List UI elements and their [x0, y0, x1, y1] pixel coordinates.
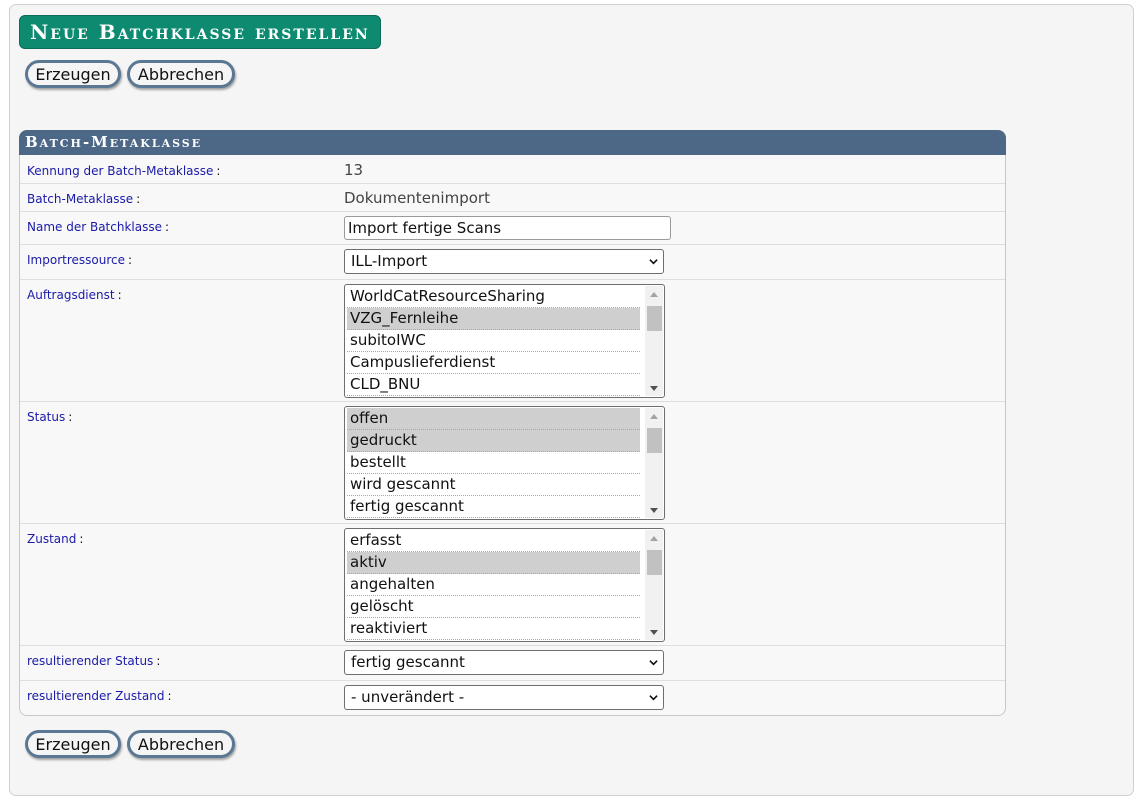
status-option[interactable]: wird gescannt: [347, 474, 640, 496]
service-listbox[interactable]: WorldCatResourceSharing VZG_Fernleihe su…: [344, 284, 665, 398]
label-text: resultierender Zustand: [27, 689, 165, 703]
chevron-down-icon: [649, 695, 658, 701]
label-colon: :: [156, 654, 161, 668]
service-option[interactable]: subitoIWC: [347, 330, 640, 352]
service-option-selected[interactable]: VZG_Fernleihe: [347, 308, 640, 330]
state-option-selected[interactable]: aktiv: [347, 552, 640, 574]
scrollbar-thumb[interactable]: [647, 428, 662, 453]
label-colon: :: [117, 288, 122, 302]
scroll-up-arrow-icon[interactable]: [650, 292, 658, 297]
status-option-selected[interactable]: gedruckt: [347, 430, 640, 452]
scrollbar-thumb[interactable]: [647, 550, 662, 575]
batch-metaclass-panel: Batch-Metaklasse Kennung der Batch-Metak…: [19, 130, 1006, 716]
status-option[interactable]: fertig gescannt: [347, 496, 640, 518]
row-service: Auftragsdienst: WorldCatResourceSharing …: [20, 280, 1005, 402]
label-service: Auftragsdienst:: [27, 288, 122, 302]
label-import-resource: Importressource:: [27, 253, 132, 267]
service-option[interactable]: WorldCatResourceSharing: [347, 286, 640, 308]
label-text: resultierender Status: [27, 654, 154, 668]
state-listbox[interactable]: erfasst aktiv angehalten gelöscht reakti…: [344, 528, 665, 642]
metaclass-value: Dokumentenimport: [344, 189, 490, 207]
result-state-select[interactable]: - unverändert -: [344, 685, 664, 710]
label-text: Auftragsdienst: [27, 288, 115, 302]
chevron-down-icon: [649, 259, 658, 265]
row-result-state: resultierender Zustand: - unverändert -: [20, 681, 1005, 716]
service-option[interactable]: CLD_BNU: [347, 374, 640, 396]
label-colon: :: [167, 689, 172, 703]
result-state-selected: - unverändert -: [351, 688, 465, 706]
service-option[interactable]: Campuslieferdienst: [347, 352, 640, 374]
state-option[interactable]: erfasst: [347, 530, 640, 552]
status-option[interactable]: bestellt: [347, 452, 640, 474]
label-state: Zustand:: [27, 532, 83, 546]
label-colon: :: [164, 220, 170, 234]
service-scrollbar[interactable]: [645, 286, 663, 396]
label-metaclass-id: Kennung der Batch-Metaklasse:: [27, 164, 220, 178]
row-status: Status: offen gedruckt bestellt wird ges…: [20, 402, 1005, 524]
row-batchclass-name: Name der Batchklasse: Import fertige Sca…: [20, 212, 1005, 245]
cancel-button-bottom[interactable]: Abbrechen: [127, 730, 235, 758]
result-status-selected: fertig gescannt: [351, 653, 465, 671]
label-colon: :: [127, 253, 133, 267]
label-result-state: resultierender Zustand:: [27, 689, 171, 703]
label-colon: :: [216, 164, 221, 178]
scrollbar-thumb[interactable]: [647, 306, 662, 331]
status-listbox[interactable]: offen gedruckt bestellt wird gescannt fe…: [344, 406, 665, 520]
label-text: Name der Batchklasse: [27, 220, 162, 234]
result-status-select[interactable]: fertig gescannt: [344, 650, 664, 675]
state-option[interactable]: gelöscht: [347, 596, 640, 618]
scroll-down-arrow-icon[interactable]: [650, 630, 658, 635]
label-metaclass: Batch-Metaklasse:: [27, 192, 140, 206]
scroll-down-arrow-icon[interactable]: [650, 386, 658, 391]
chevron-down-icon: [649, 660, 658, 666]
create-button-top[interactable]: Erzeugen: [25, 60, 121, 88]
batchclass-name-input[interactable]: Import fertige Scans: [344, 216, 671, 240]
row-metaclass: Batch-Metaklasse: Dokumentenimport: [20, 184, 1005, 212]
scroll-up-arrow-icon[interactable]: [650, 414, 658, 419]
label-batchclass-name: Name der Batchklasse:: [27, 220, 169, 234]
row-result-status: resultierender Status: fertig gescannt: [20, 646, 1005, 681]
scroll-down-arrow-icon[interactable]: [650, 508, 658, 513]
label-colon: :: [136, 192, 141, 206]
label-colon: :: [79, 532, 84, 546]
row-metaclass-id: Kennung der Batch-Metaklasse: 13: [20, 156, 1005, 184]
label-status: Status:: [27, 410, 72, 424]
label-result-status: resultierender Status:: [27, 654, 160, 668]
status-option-selected[interactable]: offen: [347, 408, 640, 430]
state-option[interactable]: reaktiviert: [347, 618, 640, 640]
import-resource-selected: ILL-Import: [351, 252, 428, 270]
label-text: Kennung der Batch-Metaklasse: [27, 164, 214, 178]
label-colon: :: [68, 410, 73, 424]
metaclass-id-value: 13: [344, 161, 364, 179]
create-button-bottom[interactable]: Erzeugen: [25, 730, 121, 758]
label-text: Zustand: [27, 532, 77, 546]
state-scrollbar[interactable]: [645, 530, 663, 640]
page-title: Neue Batchklasse erstellen: [19, 15, 381, 49]
scroll-up-arrow-icon[interactable]: [650, 536, 658, 541]
state-option[interactable]: angehalten: [347, 574, 640, 596]
label-text: Batch-Metaklasse: [27, 192, 134, 206]
import-resource-select[interactable]: ILL-Import: [344, 249, 664, 274]
label-text: Status: [27, 410, 66, 424]
row-import-resource: Importressource: ILL-Import: [20, 245, 1005, 280]
row-state: Zustand: erfasst aktiv angehalten gelösc…: [20, 524, 1005, 646]
status-scrollbar[interactable]: [645, 408, 663, 518]
cancel-button-top[interactable]: Abbrechen: [127, 60, 235, 88]
label-text: Importressource: [27, 253, 125, 267]
panel-header: Batch-Metaklasse: [19, 130, 1006, 155]
